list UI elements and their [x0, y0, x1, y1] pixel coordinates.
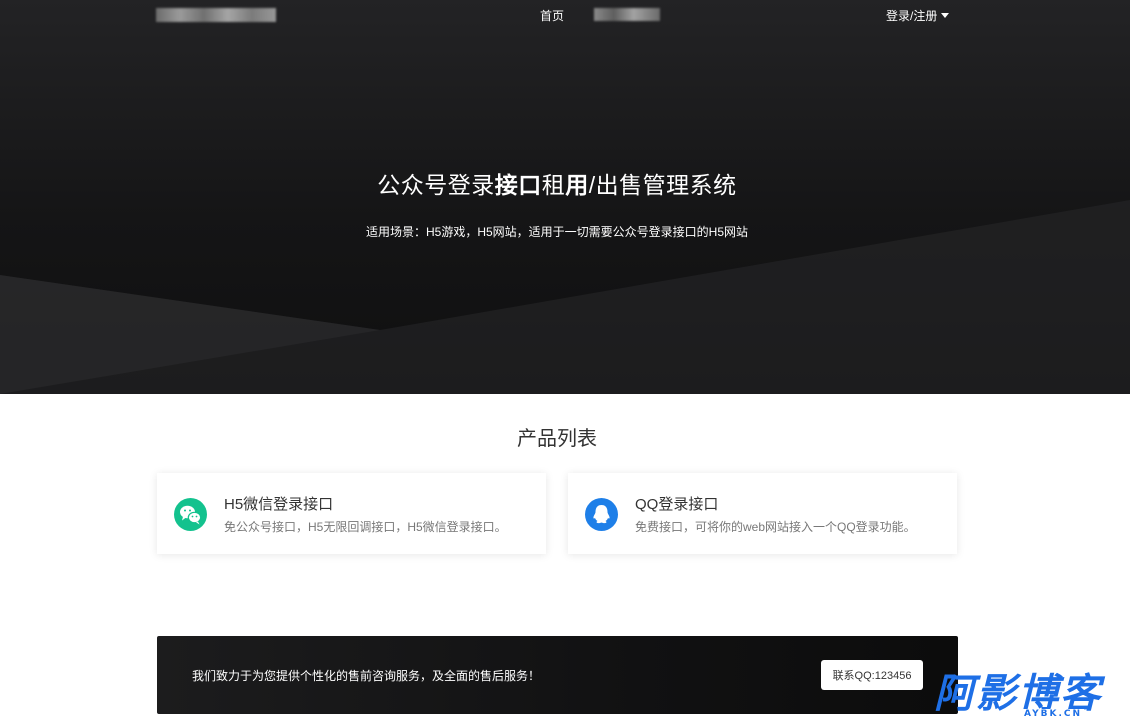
site-logo[interactable]	[156, 8, 276, 22]
qq-icon	[585, 498, 618, 531]
hero-title: 公众号登录接口租用/出售管理系统	[377, 172, 737, 198]
watermark-logo: 阿影博客 AYBK.CN	[934, 672, 1130, 721]
watermark-sub-text: AYBK.CN	[1022, 709, 1085, 719]
products-title: 产品列表	[517, 428, 597, 450]
contact-qq-button[interactable]: 联系QQ:123456	[821, 660, 923, 690]
product-card-wechat[interactable]: H5微信登录接口 免公众号接口，H5无限回调接口，H5微信登录接口。	[157, 473, 546, 554]
card-description: 免费接口，可将你的web网站接入一个QQ登录功能。	[635, 520, 916, 534]
banner-text: 我们致力于为您提供个性化的售前咨询服务，及全面的售后服务！	[192, 669, 541, 683]
hero-subtitle: 适用场景：H5游戏，H5网站，适用于一切需要公众号登录接口的H5网站	[365, 225, 749, 239]
contact-banner: 我们致力于为您提供个性化的售前咨询服务，及全面的售后服务！ 联系QQ:12345…	[157, 636, 958, 714]
login-register-label: 登录/注册	[886, 9, 938, 23]
wechat-icon	[174, 498, 207, 531]
product-card-qq[interactable]: QQ登录接口 免费接口，可将你的web网站接入一个QQ登录功能。	[568, 473, 957, 554]
nav-link-redacted[interactable]	[594, 8, 660, 21]
card-title: H5微信登录接口	[224, 496, 334, 513]
login-register-dropdown[interactable]: 登录/注册	[886, 7, 950, 24]
caret-down-icon	[941, 13, 950, 18]
top-nav: 首页 登录/注册	[0, 0, 1130, 30]
nav-home-link[interactable]: 首页	[540, 7, 564, 24]
hero-section: 首页 登录/注册 公众号登录接口租用/出售管理系统 适用场景：H5游戏，H5网站…	[0, 0, 1130, 394]
card-description: 免公众号接口，H5无限回调接口，H5微信登录接口。	[224, 520, 507, 534]
card-title: QQ登录接口	[635, 496, 719, 513]
